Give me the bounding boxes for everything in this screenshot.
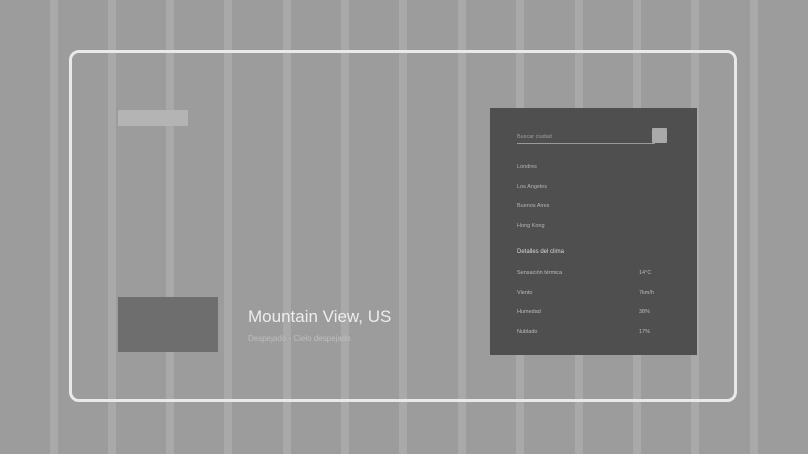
background-stripe [750,0,758,454]
search-input[interactable] [517,131,655,144]
detail-label: Nublado [517,328,538,335]
search-bar [517,128,667,144]
detail-value: 38% [639,309,651,315]
detail-label: Humedad [517,309,541,315]
search-button[interactable] [652,128,667,143]
detail-label: Viento [517,289,533,296]
weather-side-panel: Londres Los Angeles Buenos Aires Hong Ko… [490,108,697,355]
city-list: Londres Los Angeles Buenos Aires Hong Ko… [517,163,549,241]
detail-row: Nublado 17% [517,329,667,339]
detail-value: 7km/h [639,289,654,296]
city-item-buenos-aires[interactable]: Buenos Aires [517,202,549,222]
detail-value: 17% [639,328,651,335]
city-item-los-angeles[interactable]: Los Angeles [517,183,549,203]
city-item-londres[interactable]: Londres [517,163,549,183]
details-heading: Detalles del clima [517,249,565,255]
background-stripe [50,0,58,454]
location-title: Mountain View, US [248,307,392,326]
city-item-hong-kong[interactable]: Hong Kong [517,222,549,242]
detail-row: Humedad 38% [517,309,667,319]
logo-placeholder [118,110,188,126]
detail-label: Sensación térmica [517,270,563,276]
detail-value: 14°C [639,270,652,276]
detail-row: Sensación térmica 14°C [517,270,667,280]
weather-condition: Despejado - Cielo despejado [248,334,351,343]
weather-icon [118,297,218,352]
detail-row: Viento 7km/h [517,290,667,300]
